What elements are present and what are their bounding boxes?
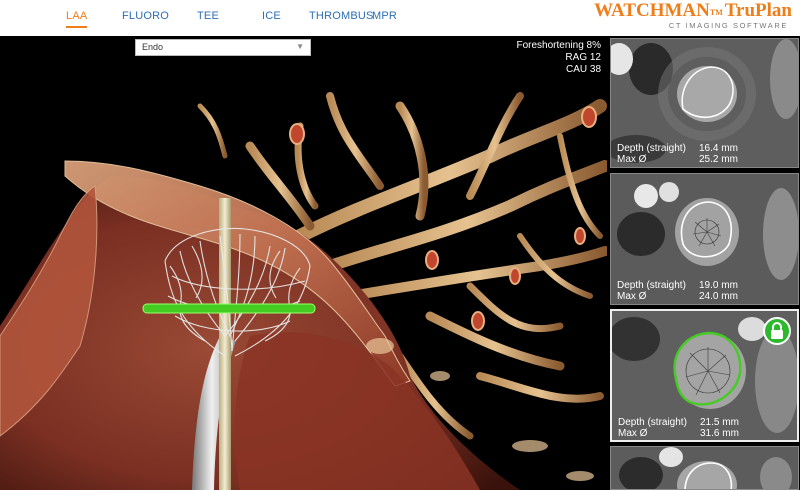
app-header: LAA FLUORO TEE ICE THROMBUS MPR WATCHMAN…: [0, 0, 800, 36]
device-plane-ring: [142, 303, 316, 314]
tab-laa[interactable]: LAA: [66, 10, 88, 28]
ct-slice-panel-1[interactable]: Depth (straight) 16.4 mm Max Ø 25.2 mm: [610, 38, 799, 168]
trademark-mark: TM: [709, 8, 723, 17]
ct-slice-image: [611, 447, 798, 489]
view-mode-select[interactable]: Endo ▼: [135, 39, 311, 56]
brand-name: WATCHMAN: [594, 0, 710, 21]
rag-readout: RAG 12: [565, 52, 601, 63]
ct-slice-panel-2[interactable]: Depth (straight) 19.0 mm Max Ø 24.0 mm: [610, 173, 799, 305]
ct-slice-panel-4[interactable]: [610, 446, 799, 490]
foreshortening-readout: Foreshortening 8%: [516, 40, 602, 51]
chevron-down-icon: ▼: [296, 42, 304, 51]
tab-fluoro[interactable]: FLUORO: [122, 10, 169, 22]
max-diameter-value: 25.2 mm: [699, 154, 738, 165]
view-mode-value: Endo: [142, 42, 164, 52]
ct-slice-panel-3[interactable]: Depth (straight) 21.5 mm Max Ø 31.6 mm: [610, 309, 799, 442]
max-diameter-label: Max Ø: [617, 291, 647, 302]
max-diameter-value: 31.6 mm: [700, 428, 739, 439]
tab-ice[interactable]: ICE: [262, 10, 281, 22]
slice-measurements-1: Depth (straight) 16.4 mm Max Ø 25.2 mm: [617, 143, 738, 165]
depth-value: 19.0 mm: [699, 280, 738, 291]
tab-thrombus[interactable]: THROMBUS: [309, 10, 374, 22]
cau-readout: CAU 38: [565, 64, 601, 75]
depth-label: Depth (straight): [618, 417, 687, 428]
tab-tee[interactable]: TEE: [197, 10, 219, 22]
max-diameter-value: 24.0 mm: [699, 291, 738, 302]
brand-logo: WATCHMANTM TruPlan CT IMAGING SOFTWARE: [594, 0, 792, 30]
max-diameter-label: Max Ø: [618, 428, 648, 439]
cross-section-sidebar: Depth (straight) 16.4 mm Max Ø 25.2 mm Dep…: [607, 36, 800, 490]
brand-subtitle: CT IMAGING SOFTWARE: [668, 21, 788, 30]
max-diameter-label: Max Ø: [617, 154, 647, 165]
brand-product: TruPlan: [724, 0, 792, 21]
endo-3d-viewport[interactable]: Endo ▼ Foreshortening 8% RAG 12 CAU 38: [0, 36, 607, 490]
depth-label: Depth (straight): [617, 143, 686, 154]
slice-measurements-2: Depth (straight) 19.0 mm Max Ø 24.0 mm: [617, 280, 738, 302]
anatomy-render[interactable]: [0, 36, 607, 490]
depth-value: 16.4 mm: [699, 143, 738, 154]
slice-measurements-3: Depth (straight) 21.5 mm Max Ø 31.6 mm: [618, 417, 739, 439]
depth-label: Depth (straight): [617, 280, 686, 291]
angle-readout: Foreshortening 8% RAG 12 CAU 38: [517, 40, 602, 76]
tab-mpr[interactable]: MPR: [372, 10, 397, 22]
lock-button[interactable]: [763, 317, 791, 345]
depth-value: 21.5 mm: [700, 417, 739, 428]
lock-icon: [771, 322, 783, 339]
